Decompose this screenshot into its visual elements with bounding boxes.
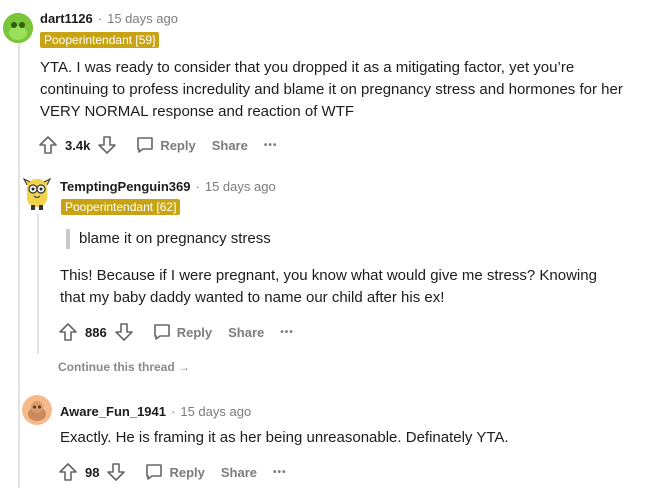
username[interactable]: dart1126 (40, 11, 93, 26)
reply-button[interactable]: Reply (143, 461, 205, 483)
reply-button[interactable]: Reply (151, 321, 212, 343)
share-button[interactable]: Share (212, 138, 248, 153)
avatar[interactable] (22, 395, 52, 425)
reply-button[interactable]: Reply (134, 134, 196, 156)
comment-icon (134, 134, 156, 156)
downvote-icon[interactable] (113, 321, 135, 343)
avatar[interactable] (22, 175, 52, 211)
share-button[interactable]: Share (228, 325, 264, 340)
thread-line[interactable] (18, 44, 20, 488)
timestamp[interactable]: 15 days ago (107, 11, 178, 26)
snoo-avatar-green-icon (3, 13, 33, 43)
snoo-avatar-orange-icon (22, 395, 52, 425)
vote-count: 3.4k (65, 137, 91, 153)
comment-header: Aware_Fun_1941 · 15 days ago (60, 403, 251, 421)
thread-line-nested[interactable] (37, 214, 39, 354)
separator-dot: · (171, 404, 176, 419)
user-flair: Pooperintendant [62] (61, 199, 181, 215)
downvote-icon[interactable] (105, 461, 127, 483)
reply-label: Reply (160, 137, 196, 153)
upvote-icon[interactable] (37, 134, 59, 156)
timestamp[interactable]: 15 days ago (205, 179, 276, 194)
user-flair: Pooperintendant [59] (40, 32, 160, 48)
comment-header: TemptingPenguin369 · 15 days ago (60, 178, 276, 196)
blockquote: blame it on pregnancy stress (66, 229, 271, 249)
avatar[interactable] (3, 13, 33, 43)
separator-dot: · (97, 11, 103, 26)
more-options-button[interactable]: ••• (273, 467, 287, 478)
more-options-button[interactable]: ••• (264, 140, 278, 151)
comment-header: dart1126 · 15 days ago (40, 10, 178, 28)
share-button[interactable]: Share (221, 465, 257, 480)
separator-dot: · (195, 179, 200, 194)
reply-label: Reply (176, 324, 213, 340)
snoo-avatar-penguin-icon (22, 177, 52, 210)
comment-body: Exactly. He is framing it as her being u… (60, 429, 509, 446)
timestamp[interactable]: 15 days ago (180, 404, 251, 419)
upvote-icon[interactable] (57, 321, 79, 343)
reply-label: Reply (169, 464, 205, 480)
comment-body: YTA. I was ready to consider that you dr… (40, 59, 623, 120)
comment-actions: 98 Reply Share ••• (57, 460, 287, 484)
continue-thread-link[interactable]: Continue this thread → (58, 360, 190, 374)
username[interactable]: TemptingPenguin369 (60, 179, 191, 194)
comment-actions: 886 Reply Share ••• (57, 320, 294, 344)
comment-actions: 3.4k Reply Share ••• (37, 133, 277, 157)
username[interactable]: Aware_Fun_1941 (60, 404, 166, 419)
comment-icon (151, 321, 173, 343)
comment-body: This! Because if I were pregnant, you kn… (60, 267, 597, 306)
more-options-button[interactable]: ••• (280, 327, 294, 338)
vote-count: 886 (85, 324, 107, 340)
upvote-icon[interactable] (57, 461, 79, 483)
downvote-icon[interactable] (96, 134, 118, 156)
vote-count: 98 (85, 464, 100, 480)
comment-icon (143, 461, 165, 483)
